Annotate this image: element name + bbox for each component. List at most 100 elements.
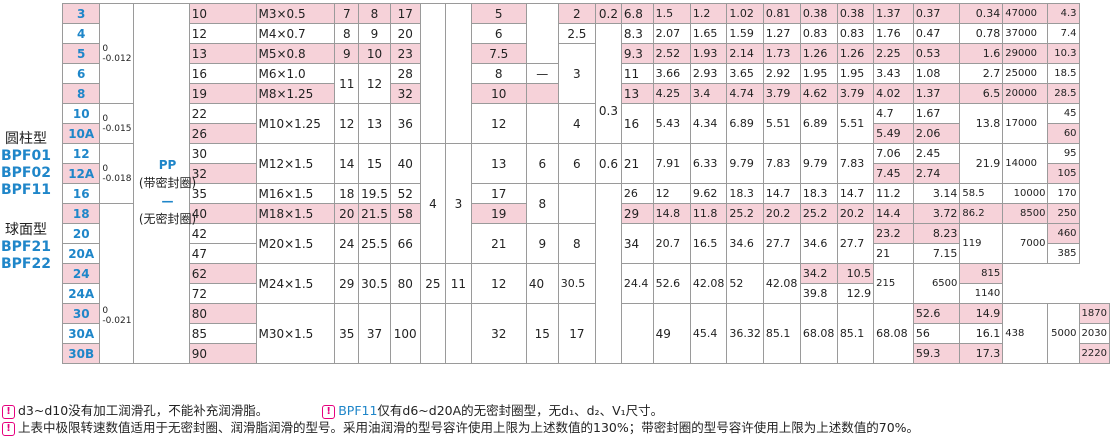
cell: 1.37	[873, 3, 914, 24]
cell: 2.7	[959, 63, 1004, 84]
cell: 6	[525, 143, 559, 184]
type-code: 30	[61, 303, 101, 324]
cell: 22	[188, 103, 257, 124]
cell: 52.6	[912, 303, 961, 324]
cell: 1.76	[873, 23, 914, 44]
group-label: 球面型	[5, 222, 47, 238]
seal-pp: PP	[158, 158, 177, 172]
cell: 49	[652, 303, 691, 364]
type-code: 30B	[61, 343, 101, 364]
cell: 72	[188, 283, 257, 304]
warning-icon: !	[2, 421, 15, 436]
type-code: 10	[61, 103, 101, 124]
cell: 14.7	[762, 183, 801, 204]
cell: 2.74	[912, 163, 961, 184]
table-row: 4 12 M4×0.7 8 9 20 6 2.5 0.3 8.3 2.07 1.…	[61, 23, 1110, 144]
cell: 7000	[1002, 223, 1049, 264]
group-code: BPF21	[1, 239, 51, 255]
cell: 25000	[1002, 63, 1049, 84]
cell: 1.27	[762, 23, 801, 44]
cell: 80	[389, 263, 421, 304]
cell: 6.8	[620, 3, 654, 24]
cell: 13.8	[959, 103, 1004, 144]
cell: 170	[1047, 183, 1080, 204]
cell: 0.34	[959, 3, 1004, 24]
cell: 17.3	[959, 343, 1004, 364]
cell: 19	[470, 203, 527, 224]
cell: 17	[470, 183, 527, 204]
cell: 85.1	[762, 303, 801, 364]
cell: 47000	[1002, 3, 1049, 24]
cell: M10×1.25	[255, 103, 336, 144]
type-code: 12A	[61, 163, 101, 184]
cell: 9	[334, 43, 360, 64]
cell: 4	[557, 103, 597, 144]
cell: 0.81	[762, 3, 801, 24]
cell: 47	[188, 243, 257, 264]
type-code: 8	[61, 83, 101, 104]
cell: 1.93	[689, 43, 728, 64]
cell: 13	[470, 143, 527, 184]
cell: M8×1.25	[255, 83, 336, 104]
cell: 215	[873, 263, 914, 304]
cell: 1.5	[652, 3, 691, 24]
cell: 0.47	[912, 23, 961, 44]
cell: 8	[525, 183, 559, 224]
cell: 14000	[1002, 143, 1049, 184]
cell: 2.92	[762, 63, 801, 84]
cell: 12.9	[836, 283, 875, 304]
cell: 9	[525, 223, 559, 264]
cell: 10000	[1002, 183, 1049, 204]
cell: 3.4	[689, 83, 728, 104]
cell: 36.32	[726, 303, 764, 364]
cell: 45	[1047, 103, 1080, 124]
cell: 12	[334, 103, 360, 144]
type-code: 4	[61, 23, 101, 44]
footnote-2-code: BPF11	[338, 403, 378, 418]
cell: 10.5	[836, 263, 875, 284]
cell: 1.37	[912, 83, 961, 104]
cell	[557, 183, 597, 224]
cell: 35	[334, 303, 360, 364]
cell: 385	[1047, 243, 1080, 264]
spec-table: 3 0 -0.012 10 M3×0.5 7 8 17 5 2 0.2 6.8 1…	[61, 3, 1110, 364]
cell: 45.4	[689, 303, 728, 364]
type-code: 20	[61, 223, 101, 244]
cell: 24	[334, 223, 360, 264]
cell: 30.5	[358, 263, 391, 304]
cell: 5	[470, 3, 527, 24]
cell: M20×1.5	[255, 223, 336, 264]
cell	[525, 103, 559, 144]
cell: 8500	[1002, 203, 1049, 224]
cell: 4.25	[652, 83, 691, 104]
cell: 1.95	[799, 63, 838, 84]
cell: 18.5	[1047, 63, 1080, 84]
cell: 10.3	[1047, 43, 1080, 64]
cell: 1.02	[726, 3, 764, 24]
cell: 5000	[1047, 303, 1080, 364]
cell	[525, 83, 559, 104]
type-code: 30A	[61, 323, 101, 344]
cell: 26	[188, 123, 257, 144]
cell: 7.5	[470, 43, 527, 64]
cell: 6	[470, 23, 527, 44]
cell: 14.7	[836, 183, 875, 204]
tolerance: 0 -0.021	[99, 203, 135, 364]
table-row: 20 42 M20×1.5 24 25.5 66 21 9 8 34 20.7 …	[61, 223, 1110, 264]
cell: 1140	[959, 283, 1004, 304]
cell: 60	[1047, 123, 1080, 144]
cell: 85	[188, 323, 257, 344]
cell: 25.5	[358, 223, 391, 264]
cell: 2	[557, 3, 597, 24]
cell: 4.34	[689, 103, 728, 144]
cell: 5.43	[652, 103, 691, 144]
cell: 58	[389, 203, 421, 224]
cell: 3.14	[912, 183, 961, 204]
cell: 21	[620, 143, 654, 184]
cell	[445, 3, 472, 144]
cell: M24×1.5	[255, 263, 336, 304]
cell: 10	[358, 43, 391, 64]
cell: 20.2	[762, 203, 801, 224]
cell: 24.4	[620, 263, 654, 304]
cell: 1870	[1078, 303, 1110, 324]
